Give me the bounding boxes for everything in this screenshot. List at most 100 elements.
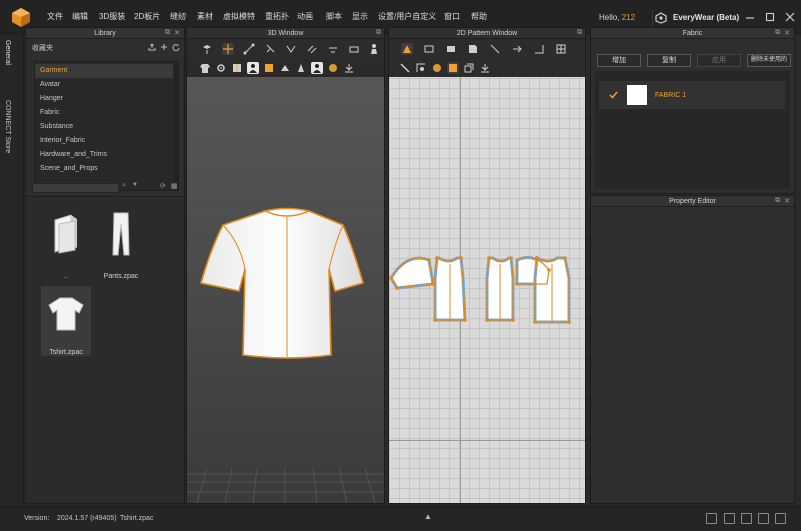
- internal-line-icon[interactable]: [489, 43, 501, 55]
- menu-animation[interactable]: 动画: [297, 11, 313, 22]
- sync-icon[interactable]: ⟳: [160, 182, 166, 190]
- file-tile-pants[interactable]: Pants.zpac: [96, 210, 146, 280]
- panel-close-icon[interactable]: ✕: [784, 197, 790, 205]
- chevron-down-icon[interactable]: ▼: [132, 182, 138, 188]
- shirt-tool-icon[interactable]: [199, 62, 211, 74]
- layout-3d-icon[interactable]: [741, 513, 752, 524]
- grading-icon[interactable]: [533, 43, 545, 55]
- window-2d-pattern[interactable]: 2D Pattern Window ⧉: [388, 27, 586, 504]
- library-item-hanger[interactable]: Hanger: [35, 92, 173, 106]
- menu-help[interactable]: 帮助: [471, 11, 487, 22]
- view-toggle-icon[interactable]: ▦: [171, 182, 178, 190]
- move-icon[interactable]: [222, 43, 234, 55]
- library-item-scene[interactable]: Scene_and_Props: [35, 162, 173, 172]
- fabric-tool-icon[interactable]: [231, 62, 243, 74]
- pattern-pieces[interactable]: [389, 250, 585, 325]
- select-icon[interactable]: [201, 43, 213, 55]
- avatar-icon[interactable]: [368, 43, 380, 55]
- library-item-fabric[interactable]: Fabric: [35, 106, 173, 120]
- menu-2d-pattern[interactable]: 2D板片: [134, 11, 160, 22]
- library-scrollbar[interactable]: [174, 62, 179, 190]
- refresh-icon[interactable]: [172, 43, 180, 51]
- menu-3d-garment[interactable]: 3D服装: [99, 11, 125, 22]
- apply-fabric-button[interactable]: 应用: [697, 54, 741, 67]
- segment-sew-2d-icon[interactable]: [511, 43, 523, 55]
- menu-edit[interactable]: 编辑: [72, 11, 88, 22]
- avatar-hide-icon[interactable]: [311, 62, 323, 74]
- product-switcher[interactable]: EveryWear (Beta): [652, 10, 745, 26]
- transform-pattern-icon[interactable]: [401, 43, 413, 55]
- panel-close-icon[interactable]: ✕: [174, 29, 180, 37]
- tab-general[interactable]: General: [4, 40, 11, 65]
- layout-custom-icon[interactable]: [775, 513, 786, 524]
- pen-icon[interactable]: [399, 62, 411, 74]
- arrange-icon[interactable]: [327, 43, 339, 55]
- dart-icon[interactable]: [431, 62, 443, 74]
- texture-icon[interactable]: [263, 62, 275, 74]
- tab-connect-store[interactable]: CONNECT Store: [4, 100, 11, 153]
- panel-undock-icon[interactable]: ⧉: [577, 29, 582, 37]
- menu-display[interactable]: 显示: [352, 11, 368, 22]
- remove-unused-button[interactable]: 删除未使用的: [747, 54, 791, 67]
- library-item-substance[interactable]: Substance: [35, 120, 173, 134]
- maximize-icon[interactable]: [765, 12, 775, 22]
- add-fabric-button[interactable]: 增加: [597, 54, 641, 67]
- window-3d[interactable]: 3D Window ⧉: [186, 27, 385, 504]
- panel-close-icon[interactable]: ✕: [784, 29, 790, 37]
- segment-sewing-icon[interactable]: [243, 43, 255, 55]
- edit-pattern-icon[interactable]: [423, 43, 435, 55]
- menu-materials[interactable]: 素材: [197, 11, 213, 22]
- toolbar-3d: [187, 39, 384, 59]
- texture-edit-icon[interactable]: [555, 43, 567, 55]
- copy-fabric-button[interactable]: 复制: [647, 54, 691, 67]
- add-icon[interactable]: [160, 43, 168, 51]
- panel-undock-icon[interactable]: ⧉: [165, 29, 170, 37]
- download-icon[interactable]: [343, 62, 355, 74]
- layout-grid-icon[interactable]: [758, 513, 769, 524]
- expand-up-icon[interactable]: ▲: [424, 512, 432, 521]
- toolbar-3d-secondary: [187, 59, 384, 77]
- export-icon[interactable]: [148, 43, 156, 51]
- tshirt-3d-model[interactable]: [193, 203, 379, 363]
- file-tile-parent[interactable]: ..: [41, 210, 91, 280]
- user-greeting[interactable]: Hello, 212: [599, 13, 635, 22]
- pattern-texture-icon[interactable]: [447, 62, 459, 74]
- panel-undock-icon[interactable]: ⧉: [775, 29, 780, 37]
- menu-avatar[interactable]: 虚拟模特: [223, 11, 255, 22]
- menu-settings[interactable]: 设置/用户自定义: [378, 11, 436, 22]
- menu-script[interactable]: 脚本: [326, 11, 342, 22]
- panel-undock-icon[interactable]: ⧉: [376, 29, 381, 37]
- close-icon[interactable]: [785, 12, 795, 22]
- menu-file[interactable]: 文件: [47, 11, 63, 22]
- layout-single-icon[interactable]: [706, 513, 717, 524]
- download-icon[interactable]: [479, 62, 491, 74]
- file-tile-tshirt[interactable]: Tshirt.zpac: [41, 286, 91, 356]
- rectangle-icon[interactable]: [467, 43, 479, 55]
- stretch-icon[interactable]: [295, 62, 307, 74]
- library-item-garment[interactable]: Garment: [35, 64, 173, 78]
- library-search-input[interactable]: [32, 183, 119, 193]
- library-item-hardware[interactable]: Hardware_and_Trims: [35, 148, 173, 162]
- sphere-icon[interactable]: [327, 62, 339, 74]
- polygon-icon[interactable]: [445, 43, 457, 55]
- notch-icon[interactable]: [415, 62, 427, 74]
- pin-icon[interactable]: [264, 43, 276, 55]
- gear-icon[interactable]: [215, 62, 227, 74]
- minimize-icon[interactable]: [745, 12, 755, 22]
- fold-icon[interactable]: [306, 43, 318, 55]
- tuck-icon[interactable]: [285, 43, 297, 55]
- menu-retopology[interactable]: 重拓扑: [265, 11, 289, 22]
- panel-undock-icon[interactable]: ⧉: [775, 197, 780, 205]
- clo-logo-icon[interactable]: [10, 6, 32, 28]
- fabric-item[interactable]: FABRIC 1: [599, 81, 785, 109]
- pattern-piece-icon[interactable]: [279, 62, 291, 74]
- layer-icon[interactable]: [463, 62, 475, 74]
- search-icon[interactable]: ⌕: [122, 182, 126, 190]
- layout-split-icon[interactable]: [724, 513, 735, 524]
- menu-sewing[interactable]: 缝纫: [170, 11, 186, 22]
- library-item-avatar[interactable]: Avatar: [35, 78, 173, 92]
- library-item-interior-fabric[interactable]: Interior_Fabric: [35, 134, 173, 148]
- measure-icon[interactable]: [348, 43, 360, 55]
- menu-window[interactable]: 窗口: [444, 11, 460, 22]
- avatar-display-icon[interactable]: [247, 62, 259, 74]
